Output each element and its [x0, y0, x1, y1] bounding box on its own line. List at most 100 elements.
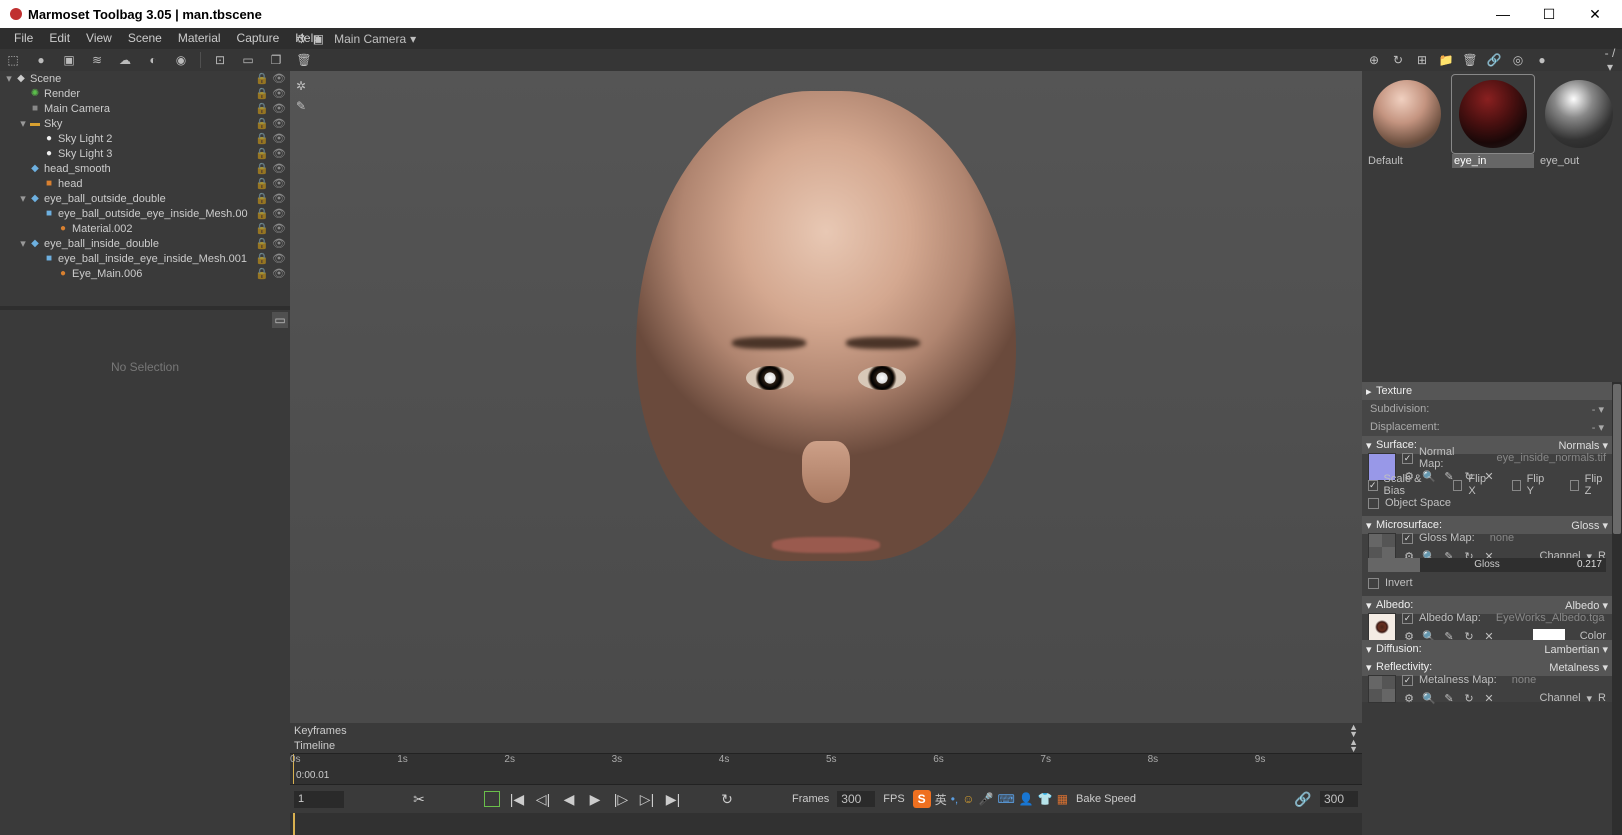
lock-icon[interactable]: 🔒	[255, 147, 269, 160]
tool-bulb-icon[interactable]: ●	[32, 51, 50, 69]
skip-end-icon[interactable]: ▶|	[664, 791, 682, 808]
metalness-map-checkbox[interactable]	[1402, 675, 1413, 686]
hierarchy-item-eye-main-006[interactable]: ● Eye_Main.006 🔒👁	[0, 266, 290, 281]
material-thumb-default[interactable]: Default	[1366, 75, 1448, 168]
track-playhead[interactable]	[293, 813, 295, 835]
subdivision-row[interactable]: Subdivision:- ▾	[1362, 400, 1612, 418]
visibility-icon[interactable]: 👁	[272, 237, 286, 250]
lock-icon[interactable]: 🔒	[255, 117, 269, 130]
flipy-checkbox[interactable]	[1512, 480, 1521, 491]
lock-icon[interactable]: 🔒	[255, 177, 269, 190]
gloss-map-checkbox[interactable]	[1402, 533, 1413, 544]
metal-edit-icon[interactable]: ✎	[1442, 692, 1456, 705]
ime-punct[interactable]: •,	[951, 792, 959, 806]
lock-icon[interactable]: 🔒	[255, 102, 269, 115]
metal-search-icon[interactable]: 🔍	[1422, 692, 1436, 705]
menu-item-material[interactable]: Material	[170, 28, 229, 49]
lock-icon[interactable]: 🔒	[255, 192, 269, 205]
link-material-icon[interactable]: 🔗	[1486, 53, 1502, 67]
invert-checkbox[interactable]	[1368, 578, 1379, 589]
visibility-icon[interactable]: 👁	[272, 72, 286, 85]
menu-item-edit[interactable]: Edit	[41, 28, 78, 49]
texture-header[interactable]: ▸Texture	[1362, 382, 1612, 400]
menu-item-file[interactable]: File	[6, 28, 41, 49]
camera-dropdown[interactable]: Main Camera ▾	[328, 32, 422, 46]
add-material-icon[interactable]: ⊕	[1366, 53, 1382, 67]
visibility-icon[interactable]: 👁	[272, 147, 286, 160]
visibility-icon[interactable]: 👁	[272, 222, 286, 235]
visibility-icon[interactable]: 👁	[272, 177, 286, 190]
tool-duplicate-icon[interactable]: ❐	[267, 51, 285, 69]
visibility-icon[interactable]: 👁	[272, 102, 286, 115]
lock-icon[interactable]: 🔒	[255, 207, 269, 220]
loop-icon[interactable]: ↻	[718, 791, 736, 808]
bake-link-icon[interactable]: 🔗	[1294, 791, 1312, 808]
lock-icon[interactable]: 🔒	[255, 132, 269, 145]
hierarchy-item-sky-light-3[interactable]: ● Sky Light 3 🔒👁	[0, 146, 290, 161]
next-key-icon[interactable]: ▷|	[638, 791, 656, 808]
visibility-icon[interactable]: 👁	[272, 162, 286, 175]
skip-start-icon[interactable]: |◀	[508, 791, 526, 808]
hierarchy-item-eye-ball-inside-eye-inside-mesh-001[interactable]: ■ eye_ball_inside_eye_inside_Mesh.001 🔒👁	[0, 251, 290, 266]
refresh-material-icon[interactable]: ↻	[1390, 53, 1406, 67]
menu-item-scene[interactable]: Scene	[120, 28, 170, 49]
tool-camera-icon[interactable]: ▣	[60, 51, 78, 69]
sogou-icon[interactable]: S	[913, 790, 931, 808]
grid-icon[interactable]: ⊞	[1414, 53, 1430, 67]
visibility-icon[interactable]: 👁	[272, 207, 286, 220]
hierarchy-item-render[interactable]: ✺ Render 🔒👁	[0, 86, 290, 101]
ime-lang[interactable]: 英	[935, 791, 947, 808]
visibility-icon[interactable]: 👁	[272, 267, 286, 280]
tool-delete-icon[interactable]: 🗑	[295, 51, 313, 69]
window-maximize-button[interactable]: ☐	[1526, 0, 1572, 28]
lock-icon[interactable]: 🔒	[255, 87, 269, 100]
tool-group-icon[interactable]: ⊡	[211, 51, 229, 69]
visibility-icon[interactable]: 👁	[272, 192, 286, 205]
highlight-icon[interactable]: ◎	[1510, 53, 1526, 67]
metalness-map-swatch[interactable]	[1368, 675, 1396, 703]
metal-clear-icon[interactable]: ✕	[1482, 692, 1496, 705]
window-minimize-button[interactable]: —	[1480, 0, 1526, 28]
material-thumb-eye_out[interactable]: eye_out	[1538, 75, 1620, 168]
hierarchy-item-head-smooth[interactable]: ◆ head_smooth 🔒👁	[0, 161, 290, 176]
current-frame-input[interactable]	[294, 791, 344, 808]
material-menu-icon[interactable]: - / ▾	[1602, 46, 1618, 74]
window-close-button[interactable]: ✕	[1572, 0, 1618, 28]
tool-fog-icon[interactable]: ≋	[88, 51, 106, 69]
albedo-map-checkbox[interactable]	[1402, 613, 1413, 624]
normal-map-checkbox[interactable]	[1402, 453, 1413, 464]
ime-grid-icon[interactable]: ▦	[1057, 792, 1068, 806]
ime-person-icon[interactable]: 👤	[1019, 792, 1034, 806]
timeline-track[interactable]	[290, 813, 1362, 835]
displacement-row[interactable]: Displacement:- ▾	[1362, 418, 1612, 436]
lock-icon[interactable]: 🔒	[255, 267, 269, 280]
gloss-slider[interactable]: Gloss0.217	[1368, 556, 1606, 574]
cut-icon[interactable]: ✂	[410, 791, 428, 808]
albedo-map-swatch[interactable]	[1368, 613, 1396, 641]
flipz-checkbox[interactable]	[1570, 480, 1579, 491]
bake-value[interactable]: 300	[1320, 791, 1358, 807]
tool-shadow-icon[interactable]: ◐	[144, 51, 162, 69]
lock-icon[interactable]: 🔒	[255, 72, 269, 85]
menu-item-capture[interactable]: Capture	[229, 28, 288, 49]
visibility-icon[interactable]: 👁	[272, 132, 286, 145]
scale-bias-checkbox[interactable]	[1368, 480, 1378, 491]
tool-turntable-icon[interactable]: ◉	[172, 51, 190, 69]
hierarchy-item-main-camera[interactable]: ■ Main Camera 🔒👁	[0, 101, 290, 116]
step-forward-icon[interactable]: |▷	[612, 791, 630, 808]
metal-gear-icon[interactable]: ⚙	[1402, 692, 1416, 705]
visibility-icon[interactable]: 👁	[272, 117, 286, 130]
hierarchy-list[interactable]: ▾ ◆ Scene 🔒👁 ✺ Render 🔒👁 ■ Main Camera 🔒…	[0, 71, 290, 306]
selection-collapse-button[interactable]: ▭	[272, 312, 288, 328]
keyframes-collapse-icon[interactable]: ▲▼	[1349, 724, 1358, 738]
folder-icon[interactable]: 📁	[1438, 53, 1454, 67]
diffusion-header[interactable]: ▾Diffusion:Lambertian ▾	[1362, 640, 1612, 658]
object-space-checkbox[interactable]	[1368, 498, 1379, 509]
timeline-ruler[interactable]: 0:00.01 0s1s2s3s4s5s6s7s8s9s	[290, 753, 1362, 785]
material-props-scrollbar[interactable]	[1612, 382, 1622, 835]
hierarchy-item-sky-light-2[interactable]: ● Sky Light 2 🔒👁	[0, 131, 290, 146]
ime-mic-icon[interactable]: 🎤	[979, 792, 994, 806]
material-thumb-eye_in[interactable]: eye_in	[1452, 75, 1534, 168]
gloss-map-swatch[interactable]	[1368, 533, 1396, 561]
metal-reload-icon[interactable]: ↻	[1462, 692, 1476, 705]
